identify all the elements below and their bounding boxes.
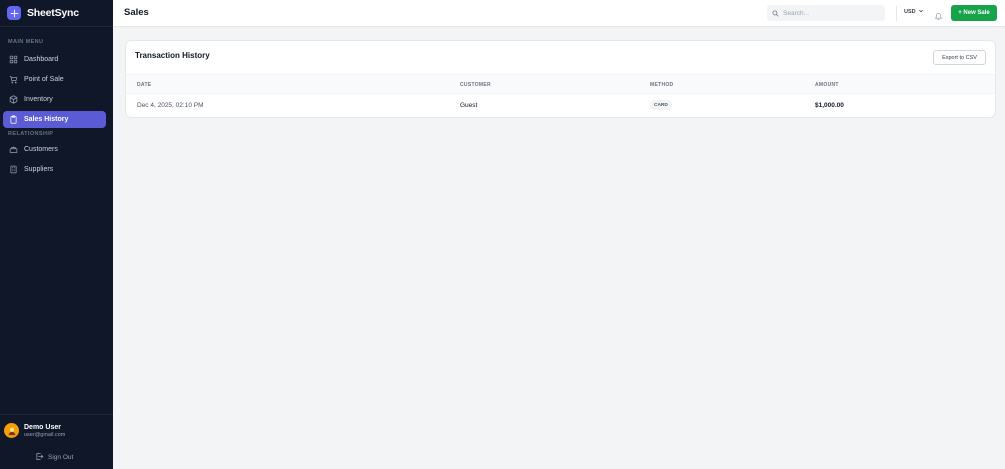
column-header-amount[interactable]: AMOUNT bbox=[815, 82, 839, 88]
sidebar-item-label: Dashboard bbox=[24, 56, 59, 63]
page-title: Sales bbox=[124, 7, 149, 18]
search-bar[interactable] bbox=[767, 5, 885, 21]
sidebar-item-label: Inventory bbox=[24, 96, 53, 103]
users-icon bbox=[9, 145, 18, 154]
column-header-date[interactable]: DATE bbox=[137, 82, 151, 88]
search-icon bbox=[772, 4, 779, 22]
table-header: DATE CUSTOMER METHOD AMOUNT bbox=[126, 74, 995, 94]
new-sale-button[interactable]: + New Sale bbox=[951, 5, 997, 21]
main-menu-label: MAIN MENU bbox=[8, 39, 44, 45]
method-badge: CARD bbox=[650, 100, 672, 110]
brand-name: SheetSync bbox=[27, 7, 79, 19]
search-input[interactable] bbox=[783, 9, 878, 17]
chevron-down-icon bbox=[918, 8, 924, 16]
header-divider bbox=[896, 6, 897, 21]
user-name: Demo User bbox=[24, 423, 61, 431]
sidebar-item-inventory[interactable]: Inventory bbox=[3, 91, 106, 108]
currency-selector[interactable]: USD bbox=[904, 8, 924, 16]
sidebar-item-customers[interactable]: Customers bbox=[3, 141, 106, 158]
column-header-method[interactable]: METHOD bbox=[650, 82, 673, 88]
transaction-history-card: Transaction History Export to CSV DATE C… bbox=[125, 40, 996, 118]
sidebar-item-label: Sales History bbox=[24, 116, 69, 123]
clipboard-icon bbox=[9, 115, 18, 124]
dashboard-icon bbox=[9, 55, 18, 64]
cart-icon bbox=[9, 75, 18, 84]
sign-out-button[interactable]: Sign Out bbox=[35, 452, 73, 463]
building-icon bbox=[9, 165, 18, 174]
table-row[interactable]: Dec 4, 2025, 02:10 PM Guest CARD $1,000.… bbox=[126, 94, 995, 117]
card-title: Transaction History bbox=[135, 51, 210, 60]
box-icon bbox=[9, 95, 18, 104]
cell-customer: Guest bbox=[460, 102, 478, 109]
user-profile[interactable]: Demo User user@gmail.com bbox=[4, 423, 65, 438]
column-header-customer[interactable]: CUSTOMER bbox=[460, 82, 491, 88]
logout-icon bbox=[35, 452, 44, 463]
sidebar-item-sales-history[interactable]: Sales History bbox=[3, 111, 106, 128]
sidebar-item-dashboard[interactable]: Dashboard bbox=[3, 51, 106, 68]
sidebar: SheetSync MAIN MENU Dashboard Point of S… bbox=[0, 0, 113, 469]
sparkle-logo-icon bbox=[7, 6, 21, 20]
export-csv-button[interactable]: Export to CSV bbox=[933, 50, 986, 65]
top-header: Sales USD + New Sale bbox=[113, 0, 1005, 27]
sidebar-item-label: Customers bbox=[24, 146, 58, 153]
currency-value: USD bbox=[904, 9, 916, 15]
user-email: user@gmail.com bbox=[24, 431, 66, 438]
sign-out-label: Sign Out bbox=[48, 454, 74, 461]
sidebar-footer: Demo User user@gmail.com Sign Out bbox=[0, 414, 113, 469]
bell-icon[interactable] bbox=[934, 8, 943, 20]
relationship-label: RELATIONSHIP bbox=[8, 131, 54, 137]
brand[interactable]: SheetSync bbox=[0, 0, 113, 27]
cell-date: Dec 4, 2025, 02:10 PM bbox=[137, 102, 204, 109]
cell-amount: $1,000.00 bbox=[815, 102, 844, 109]
sidebar-item-label: Suppliers bbox=[24, 166, 54, 173]
sidebar-item-label: Point of Sale bbox=[24, 76, 64, 83]
avatar bbox=[4, 423, 19, 438]
sidebar-item-suppliers[interactable]: Suppliers bbox=[3, 161, 106, 178]
sidebar-item-point-of-sale[interactable]: Point of Sale bbox=[3, 71, 106, 88]
